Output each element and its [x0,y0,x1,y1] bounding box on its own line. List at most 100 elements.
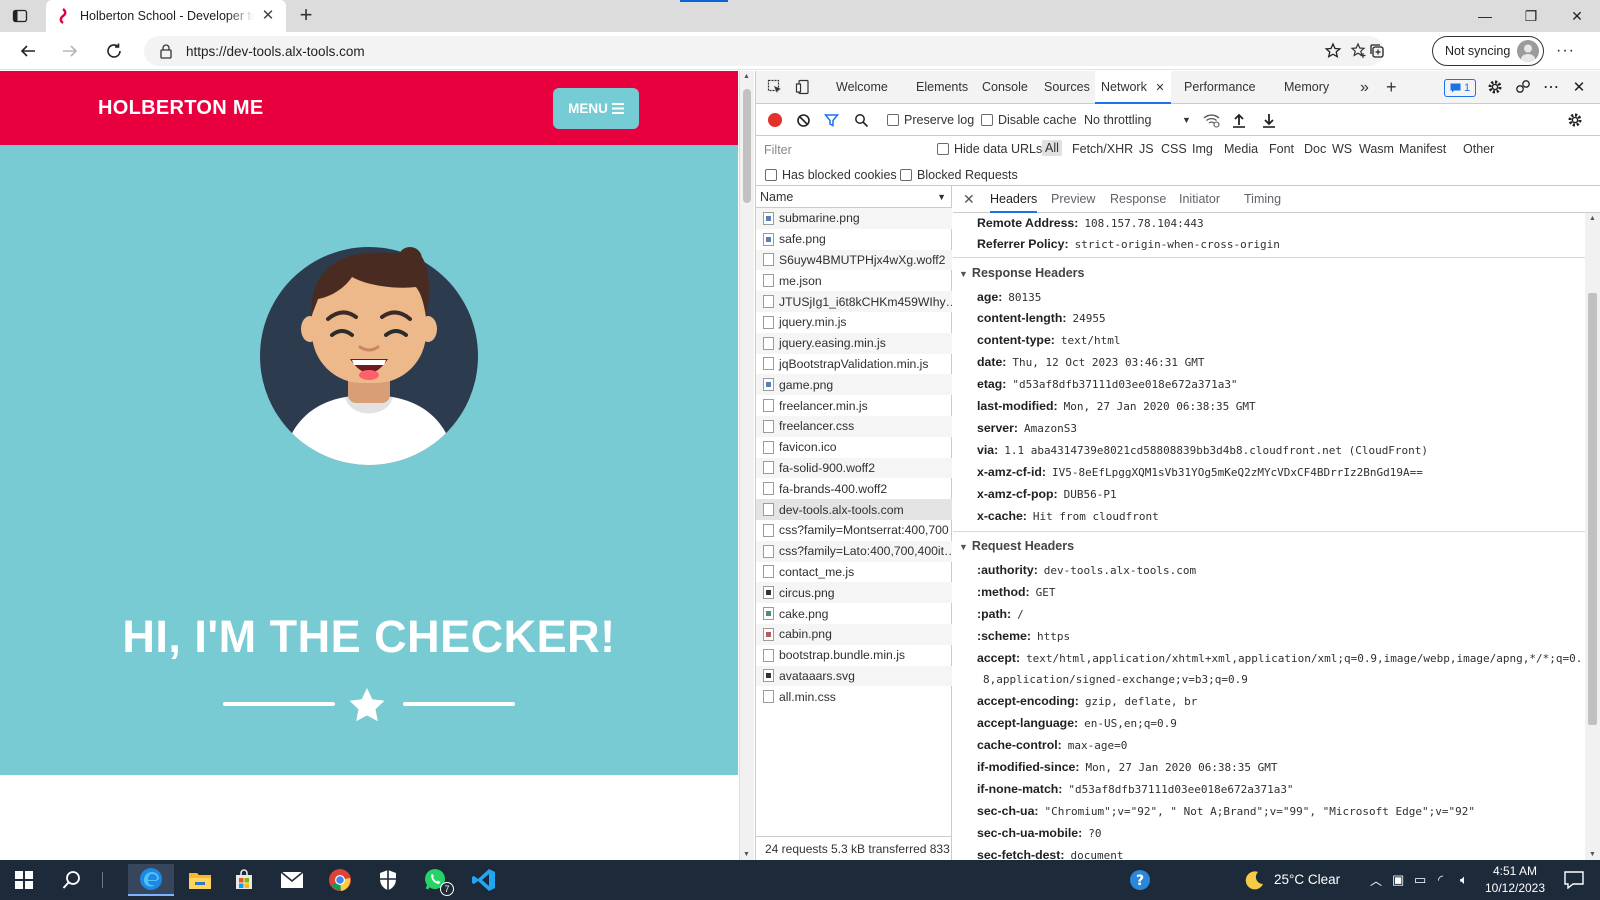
network-conditions-icon[interactable] [1202,111,1220,129]
tab-memory[interactable]: Memory [1284,71,1329,104]
tab-actions-icon[interactable] [10,6,30,26]
filter-type-manifest[interactable]: Manifest [1399,142,1446,156]
request-row[interactable]: fa-solid-900.woff2 [756,457,952,479]
name-column-header[interactable]: Name ▼ [756,186,952,208]
request-row[interactable]: cake.png [756,603,952,624]
request-row[interactable]: circus.png [756,582,952,604]
profile-sync-button[interactable]: Not syncing [1432,36,1544,66]
detail-tab-headers[interactable]: Headers [990,192,1038,213]
weather-text[interactable]: 25°C Clear [1274,872,1340,887]
request-row[interactable]: freelancer.min.js [756,395,952,416]
scroll-down-arrow-icon[interactable]: ▼ [743,851,750,858]
blocked-requests-box[interactable] [900,169,912,181]
detail-tab-response[interactable]: Response [1110,192,1166,206]
filter-type-fetch-xhr[interactable]: Fetch/XHR [1072,142,1133,156]
network-tab-close-icon[interactable]: ✕ [1155,82,1164,94]
detail-tab-timing[interactable]: Timing [1244,192,1281,206]
request-row[interactable]: all.min.css [756,686,952,707]
minimize-button[interactable]: — [1462,0,1508,32]
network-settings-gear-icon[interactable] [1566,111,1584,129]
request-row[interactable]: game.png [756,374,952,396]
tab-performance[interactable]: Performance [1184,71,1256,104]
filter-funnel-icon[interactable] [822,111,840,129]
menu-button[interactable]: MENU [553,88,639,129]
tray-app-icon[interactable]: ▣ [1392,872,1404,888]
detail-scroll-thumb[interactable] [1588,293,1597,725]
request-row-selected[interactable]: dev-tools.alx-tools.com [756,499,952,520]
refresh-icon[interactable] [102,39,126,63]
detail-tab-initiator[interactable]: Initiator [1179,192,1220,206]
request-row[interactable]: jquery.min.js [756,312,952,333]
hide-data-urls-box[interactable] [937,143,949,155]
request-row[interactable]: submarine.png [756,208,952,229]
request-row[interactable]: S6uyw4BMUTPHjx4wXg.woff2 [756,249,952,271]
record-button[interactable] [768,113,782,127]
url-field[interactable]: https://dev-tools.alx-tools.com [144,36,1384,66]
close-detail-icon[interactable]: ✕ [963,191,975,208]
filter-type-font[interactable]: Font [1269,142,1294,156]
import-har-icon[interactable] [1230,111,1248,129]
page-scrollbar[interactable]: ▲ ▼ [739,71,754,860]
throttling-select[interactable]: No throttling [1084,113,1151,127]
more-tabs-chevron-icon[interactable]: » [1360,71,1369,104]
request-row[interactable]: bootstrap.bundle.min.js [756,645,952,666]
filter-type-img[interactable]: Img [1192,142,1213,156]
show-hidden-icons-chevron-icon[interactable]: ︿ [1370,872,1382,889]
tab-sources[interactable]: Sources [1044,71,1090,104]
detail-scrollbar[interactable]: ▲ ▼ [1585,213,1600,860]
tab-network[interactable]: Network ✕ [1095,71,1171,104]
taskbar-search-button[interactable] [50,864,94,896]
more-options-icon[interactable]: ··· [1556,42,1575,60]
request-row[interactable]: css?family=Lato:400,700,400it… [756,540,952,562]
tab-close-icon[interactable]: ✕ [260,8,276,24]
request-row[interactable]: freelancer.css [756,415,952,437]
disable-cache-box[interactable] [981,114,993,126]
preserve-log-box[interactable] [887,114,899,126]
filter-type-css[interactable]: CSS [1161,142,1187,156]
lock-icon[interactable] [158,43,174,59]
response-headers-section[interactable]: ▼ Response Headers [959,266,1084,280]
request-row[interactable]: css?family=Montserrat:400,700 [756,520,952,541]
site-brand[interactable]: HOLBERTON ME [98,97,263,120]
page-scroll-thumb[interactable] [743,89,751,203]
has-blocked-cookies-checkbox[interactable]: Has blocked cookies [765,168,897,182]
close-devtools-icon[interactable]: ✕ [1570,78,1588,96]
close-window-button[interactable]: ✕ [1554,0,1600,32]
request-row[interactable]: cabin.png [756,623,952,645]
request-row[interactable]: contact_me.js [756,562,952,583]
filter-input[interactable]: Filter [762,140,920,160]
wifi-icon[interactable]: ◜ [1438,872,1443,888]
filter-type-all[interactable]: All [1042,140,1062,156]
filter-type-wasm[interactable]: Wasm [1359,142,1394,156]
request-row[interactable]: JTUSjIg1_i6t8kCHKm459WIhy… [756,291,952,312]
battery-icon[interactable]: ▭ [1414,872,1426,888]
filter-type-js[interactable]: JS [1139,142,1154,156]
detail-tab-preview[interactable]: Preview [1051,192,1095,206]
filter-type-other[interactable]: Other [1463,142,1494,156]
add-tool-icon[interactable]: + [1386,71,1397,104]
tab-console[interactable]: Console [982,71,1028,104]
inspect-element-icon[interactable] [766,78,784,96]
taskbar-mail[interactable] [270,864,314,896]
has-blocked-cookies-box[interactable] [765,169,777,181]
taskbar-store[interactable] [222,864,266,896]
taskbar-edge[interactable] [128,864,174,896]
collections-icon[interactable] [1366,40,1388,62]
export-har-icon[interactable] [1260,111,1278,129]
taskbar-security[interactable] [366,864,410,896]
request-row[interactable]: favicon.ico [756,437,952,458]
taskbar-vscode[interactable] [462,864,506,896]
request-row[interactable]: jqBootstrapValidation.min.js [756,354,952,375]
device-toolbar-icon[interactable] [794,78,812,96]
restore-button[interactable]: ❐ [1508,0,1554,32]
notification-center-icon[interactable] [1552,864,1596,896]
request-row[interactable]: fa-brands-400.woff2 [756,478,952,499]
disable-cache-checkbox[interactable]: Disable cache [981,113,1077,127]
favorites-icon[interactable] [1322,40,1344,62]
request-row[interactable]: avataaars.svg [756,665,952,687]
settings-gear-icon[interactable] [1486,78,1504,96]
tab-elements[interactable]: Elements [916,71,968,104]
taskbar-file-explorer[interactable] [178,864,222,896]
scroll-up-arrow-icon[interactable]: ▲ [743,73,750,80]
back-arrow-icon[interactable] [16,39,40,63]
